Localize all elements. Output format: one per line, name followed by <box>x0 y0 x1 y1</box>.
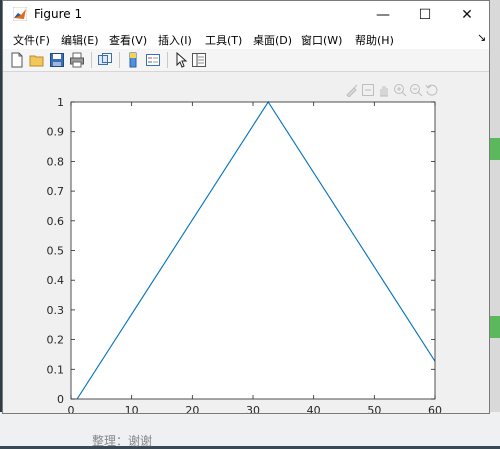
y-tick-label: 0.5 <box>47 245 65 258</box>
x-tick-label: 0 <box>68 404 75 413</box>
y-tick-label: 0.1 <box>47 363 65 376</box>
figure-window: Figure 1 — ☐ ✕ 文件(F) 编辑(E) 查看(V) 插入(I) 工… <box>2 0 490 414</box>
background-bottom-strip: 整理：谢谢 <box>0 412 500 448</box>
x-tick-label: 30 <box>246 404 260 413</box>
y-tick-label: 0.9 <box>47 126 65 139</box>
y-tick-label: 0.2 <box>47 334 65 347</box>
x-tick-label: 50 <box>367 404 381 413</box>
x-tick-label: 20 <box>185 404 199 413</box>
y-tick-label: 0.7 <box>47 185 65 198</box>
x-tick-label: 60 <box>428 404 442 413</box>
background-caption: 整理：谢谢 <box>92 434 153 448</box>
axes-background <box>71 102 435 399</box>
y-tick-label: 0.4 <box>47 274 65 287</box>
y-tick-label: 1 <box>57 96 64 109</box>
x-tick-label: 10 <box>125 404 139 413</box>
y-tick-label: 0.8 <box>47 155 65 168</box>
chart-canvas[interactable]: 0 10 20 30 40 50 60 0 0.1 0.2 0.3 0.4 0.5 0.6 0.7 0.8 0.… <box>3 1 489 413</box>
y-tick-label: 0.3 <box>47 304 65 317</box>
y-tick-label: 0 <box>57 393 64 406</box>
background-green-tile <box>490 138 500 160</box>
background-right-strip <box>490 0 500 446</box>
background-green-tile <box>490 316 500 338</box>
y-tick-label: 0.6 <box>47 215 65 228</box>
x-tick-label: 40 <box>307 404 321 413</box>
